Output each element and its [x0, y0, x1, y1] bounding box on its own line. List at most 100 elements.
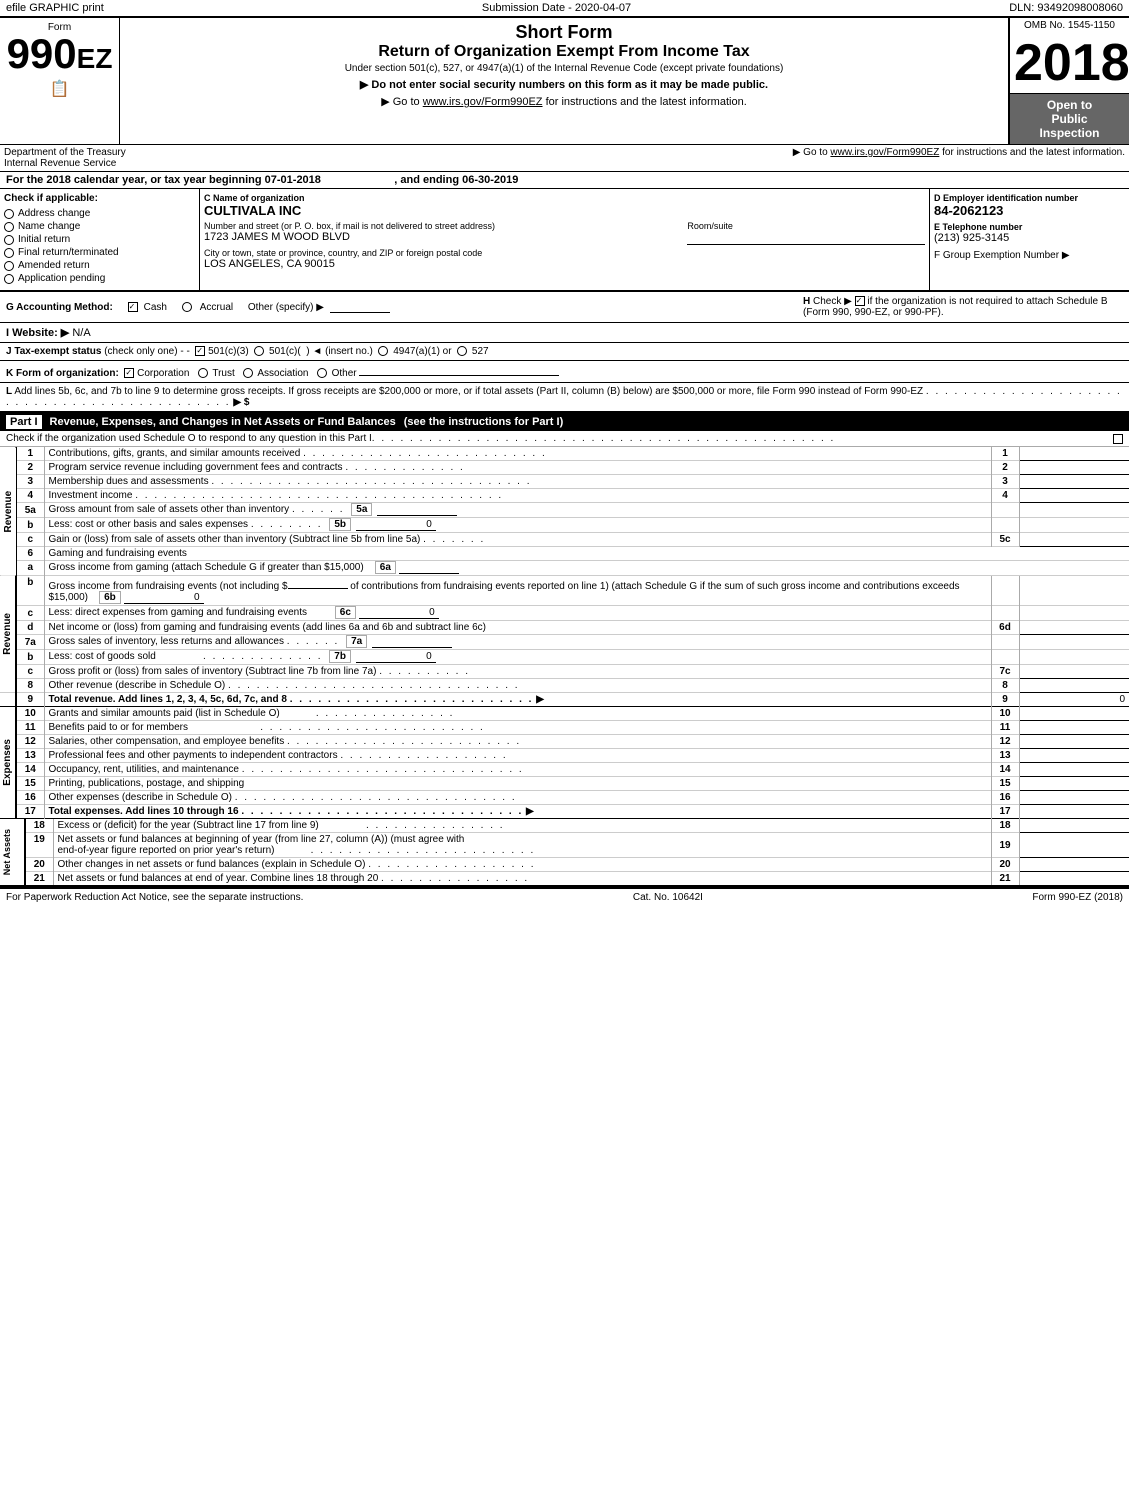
- amended-return-label: Amended return: [18, 260, 90, 271]
- other-org-radio[interactable]: [317, 368, 327, 378]
- k-label: K Form of organization:: [6, 368, 119, 379]
- irs-link-2: ▶ Go to www.irs.gov/Form990EZ for instru…: [793, 147, 1125, 169]
- trust-radio[interactable]: [198, 368, 208, 378]
- row-6c: c Less: direct expenses from gaming and …: [0, 606, 1129, 621]
- row-15-num: 15: [16, 777, 44, 791]
- row-20-desc: Other changes in net assets or fund bala…: [53, 858, 991, 872]
- form-number-block: Form 990 EZ 📋: [0, 18, 120, 144]
- assoc-radio[interactable]: [243, 368, 253, 378]
- row-1-num: 1: [16, 447, 44, 461]
- row-6d: d Net income or (loss) from gaming and f…: [0, 621, 1129, 635]
- row-15: 15 Printing, publications, postage, and …: [0, 777, 1129, 791]
- row-13-desc: Professional fees and other payments to …: [44, 749, 991, 763]
- 501c3-checkbox[interactable]: [195, 346, 205, 356]
- row-5c-desc: Gain or (loss) from sale of assets other…: [44, 533, 991, 547]
- 501c-radio[interactable]: [254, 346, 264, 356]
- check-left: Check if applicable: Address change Name…: [0, 189, 200, 290]
- row-13: 13 Professional fees and other payments …: [0, 749, 1129, 763]
- row-9-desc: Total revenue. Add lines 1, 2, 3, 4, 5c,…: [44, 693, 991, 707]
- row-5b-num: b: [16, 518, 44, 533]
- row-12-value: [1019, 735, 1129, 749]
- f-label: F Group Exemption Number: [934, 250, 1059, 261]
- address-change-radio[interactable]: [4, 209, 14, 219]
- top-bar: efile GRAPHIC print Submission Date - 20…: [0, 0, 1129, 18]
- row-9-value: 0: [1019, 693, 1129, 707]
- f-arrow: ▶: [1062, 250, 1070, 261]
- accrual-radio[interactable]: [182, 302, 192, 312]
- h-checkbox[interactable]: [855, 296, 865, 306]
- amended-return-item: Amended return: [4, 260, 195, 271]
- row-3-value: [1019, 475, 1129, 489]
- row-6a-desc: Gross income from gaming (attach Schedul…: [44, 561, 1129, 576]
- row-7c-linenum: 7c: [991, 665, 1019, 679]
- row-16-linenum: 16: [991, 791, 1019, 805]
- fundraising-amount[interactable]: [288, 577, 348, 589]
- part-i-title: Revenue, Expenses, and Changes in Net As…: [50, 416, 396, 428]
- row-12: 12 Salaries, other compensation, and emp…: [0, 735, 1129, 749]
- row-3-linenum: 3: [991, 475, 1019, 489]
- name-change-radio[interactable]: [4, 222, 14, 232]
- row-15-value: [1019, 777, 1129, 791]
- room-value: [687, 231, 925, 245]
- row-4: 4 Investment income . . . . . . . . . . …: [0, 489, 1129, 503]
- initial-return-label: Initial return: [18, 234, 70, 245]
- phone-value: (213) 925-3145: [934, 232, 1125, 244]
- rev-table-2: Revenue b Gross income from fundraising …: [0, 576, 1129, 693]
- open-to-public: Open toPublicInspection: [1010, 94, 1129, 144]
- row-14-linenum: 14: [991, 763, 1019, 777]
- h-label: H Check ▶: [803, 296, 855, 307]
- address-change-label: Address change: [18, 208, 90, 219]
- footer: For Paperwork Reduction Act Notice, see …: [0, 887, 1129, 906]
- row-19-value: [1019, 833, 1129, 858]
- corp-checkbox[interactable]: [124, 368, 134, 378]
- accounting-section: G Accounting Method: Cash Accrual Other …: [0, 291, 1129, 323]
- g-label: G Accounting Method:: [6, 302, 113, 313]
- row-7c-desc: Gross profit or (loss) from sales of inv…: [44, 665, 991, 679]
- row-9-num: 9: [16, 693, 44, 707]
- row-14-desc: Occupancy, rent, utilities, and maintena…: [44, 763, 991, 777]
- initial-return-radio[interactable]: [4, 235, 14, 245]
- row-10: Expenses 10 Grants and similar amounts p…: [0, 707, 1129, 721]
- row-21-value: [1019, 872, 1129, 887]
- final-return-radio[interactable]: [4, 248, 14, 258]
- row-6: 6 Gaming and fundraising events: [0, 547, 1129, 561]
- other-input[interactable]: [330, 301, 390, 313]
- other-org-input[interactable]: [359, 364, 559, 376]
- row-7a-num: 7a: [16, 635, 44, 650]
- row-6c-value: [1019, 606, 1129, 621]
- row-7a-value: [1019, 635, 1129, 650]
- row-6d-linenum: 6d: [991, 621, 1019, 635]
- row-5a-linenum: [991, 503, 1019, 518]
- revenue-side-label: Revenue: [0, 447, 16, 576]
- application-pending-radio[interactable]: [4, 274, 14, 284]
- city-label: City or town, state or province, country…: [204, 248, 925, 258]
- schedule-o-text: Check if the organization used Schedule …: [6, 433, 372, 444]
- row-6d-desc: Net income or (loss) from gaming and fun…: [44, 621, 991, 635]
- cash-checkbox[interactable]: [128, 302, 138, 312]
- row-7c-value: [1019, 665, 1129, 679]
- row-2-num: 2: [16, 461, 44, 475]
- row-7b-value: [1019, 650, 1129, 665]
- form-icon: 📋: [50, 79, 70, 99]
- 527-radio[interactable]: [457, 346, 467, 356]
- row-19-desc: Net assets or fund balances at beginning…: [53, 833, 991, 858]
- row-7c-num: c: [16, 665, 44, 679]
- row-18: Net Assets 18 Excess or (deficit) for th…: [0, 819, 1129, 833]
- org-info: C Name of organization CULTIVALA INC Num…: [200, 189, 929, 290]
- row-10-linenum: 10: [991, 707, 1019, 721]
- schedule-o-checkbox[interactable]: [1113, 434, 1123, 444]
- year-block: OMB No. 1545-1150 2018 Open toPublicInsp…: [1009, 18, 1129, 144]
- row-10-value: [1019, 707, 1129, 721]
- row-6b: Revenue b Gross income from fundraising …: [0, 576, 1129, 606]
- row-21-num: 21: [25, 872, 53, 887]
- row-11: 11 Benefits paid to or for members . . .…: [0, 721, 1129, 735]
- org-name: CULTIVALA INC: [204, 203, 925, 218]
- amended-return-radio[interactable]: [4, 261, 14, 271]
- open-to-public-text: Open toPublicInspection: [1039, 98, 1099, 140]
- row-1-linenum: 1: [991, 447, 1019, 461]
- city-value: LOS ANGELES, CA 90015: [204, 258, 925, 270]
- street-value: 1723 JAMES M WOOD BLVD: [204, 231, 679, 243]
- row-18-value: [1019, 819, 1129, 833]
- row-15-desc: Printing, publications, postage, and shi…: [44, 777, 991, 791]
- 4947-radio[interactable]: [378, 346, 388, 356]
